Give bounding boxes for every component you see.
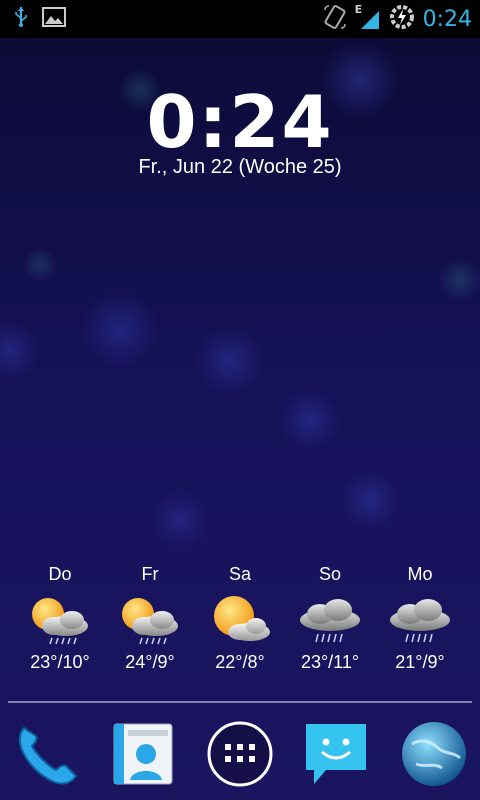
sun-cloud-icon [214, 596, 270, 641]
cloud-rain-icon [390, 599, 450, 643]
contacts-icon[interactable] [106, 718, 178, 790]
forecast-day[interactable]: Fr 24°/9° [105, 560, 195, 673]
app-dock [0, 712, 480, 800]
forecast-day-name: Fr [141, 564, 159, 584]
forecast-day-name: Sa [228, 564, 252, 584]
forecast-day[interactable]: Sa 22°/8° [195, 560, 285, 673]
forecast-temp: 24°/9° [125, 652, 175, 672]
signal-icon: E [355, 3, 381, 31]
messaging-icon[interactable] [300, 718, 372, 790]
forecast-day-name: Mo [407, 564, 433, 584]
forecast-day-name: So [318, 564, 342, 584]
lockscreen-clock: 0:24 [146, 80, 334, 164]
cloud-rain-icon [300, 599, 360, 643]
dock-divider [8, 701, 472, 703]
lockscreen-date: Fr., Jun 22 (Woche 25) [138, 156, 342, 178]
status-time: 0:24 [422, 6, 472, 32]
sun-cloud-rain-icon [122, 598, 178, 645]
phone-icon[interactable] [10, 718, 82, 790]
forecast-temp: 21°/9° [395, 652, 445, 672]
weather-forecast-widget[interactable]: Do 23°/10° Fr 24°/9° Sa 22°/8° So 23°/11… [0, 560, 480, 680]
battery-charging-icon [389, 4, 415, 34]
forecast-day[interactable]: Mo 21°/9° [375, 560, 465, 673]
forecast-temp: 23°/11° [300, 652, 360, 672]
status-bar[interactable]: E 0:24 [0, 0, 480, 38]
app-drawer-icon[interactable] [204, 718, 276, 790]
forecast-day[interactable]: Do 23°/10° [15, 560, 105, 673]
image-notification-icon [42, 6, 66, 32]
rotate-lock-icon [323, 4, 347, 34]
forecast-day[interactable]: So 23°/11° [285, 560, 375, 673]
usb-icon [14, 6, 28, 32]
forecast-temp: 22°/8° [215, 652, 265, 672]
forecast-day-name: Do [48, 564, 72, 584]
browser-globe-icon[interactable] [398, 718, 470, 790]
forecast-temp: 23°/10° [30, 652, 90, 672]
sun-cloud-rain-icon [32, 598, 88, 645]
